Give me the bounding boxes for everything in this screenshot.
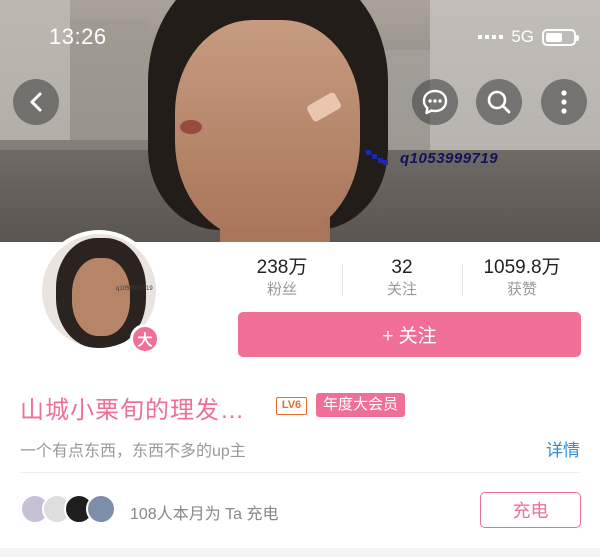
watermark-logo-icon	[366, 150, 388, 165]
stats-row: 238万 粉丝 32 关注 1059.8万 获赞	[222, 256, 582, 304]
charger-avatar	[86, 494, 116, 524]
search-button[interactable]	[476, 79, 522, 125]
battery-icon	[542, 28, 579, 46]
level-tag: LV6	[276, 397, 307, 415]
divider	[20, 472, 580, 473]
status-time: 13:26	[49, 24, 107, 49]
signal-icon	[478, 35, 504, 39]
follow-button[interactable]: + 关注	[238, 312, 581, 357]
stat-value: 1059.8万	[483, 257, 561, 278]
more-vertical-icon	[561, 90, 567, 114]
chevron-left-icon	[30, 92, 42, 112]
charge-count-text: 108人本月为 Ta 充电	[130, 506, 279, 523]
username: 山城小栗旬的理发…	[20, 397, 245, 424]
message-button[interactable]	[412, 79, 458, 125]
detail-link[interactable]: 详情	[546, 436, 580, 461]
avatar-watermark: q1053999719	[116, 286, 153, 292]
banner-image: q1053999719 13:26 5G	[0, 0, 600, 242]
network-type: 5G	[511, 27, 534, 46]
stat-following[interactable]: 32 关注	[342, 256, 462, 304]
chat-bubble-icon	[422, 89, 448, 115]
stat-label: 关注	[386, 281, 417, 298]
stat-label: 粉丝	[266, 281, 297, 298]
vip-badge[interactable]: 年度大会员	[316, 393, 406, 417]
stat-fans[interactable]: 238万 粉丝	[222, 256, 342, 304]
bio-text: 一个有点东西，东西不多的up主	[20, 443, 246, 460]
banner-scar	[180, 120, 202, 134]
level-badge: 大	[130, 324, 160, 354]
charge-button[interactable]: 充电	[480, 492, 581, 528]
search-icon	[487, 90, 511, 114]
stat-value: 32	[391, 257, 413, 278]
back-button[interactable]	[13, 79, 59, 125]
banner-building	[430, 0, 600, 150]
stat-likes[interactable]: 1059.8万 获赞	[462, 256, 582, 304]
status-indicators: 5G	[478, 27, 579, 47]
banner-face	[175, 20, 360, 240]
charger-avatars[interactable]	[20, 494, 116, 524]
section-separator	[0, 548, 600, 557]
more-button[interactable]	[541, 79, 587, 125]
stat-label: 获赞	[506, 281, 537, 298]
stat-value: 238万	[256, 257, 308, 278]
avatar-face	[72, 258, 130, 336]
banner-watermark: q1053999719	[400, 150, 499, 167]
